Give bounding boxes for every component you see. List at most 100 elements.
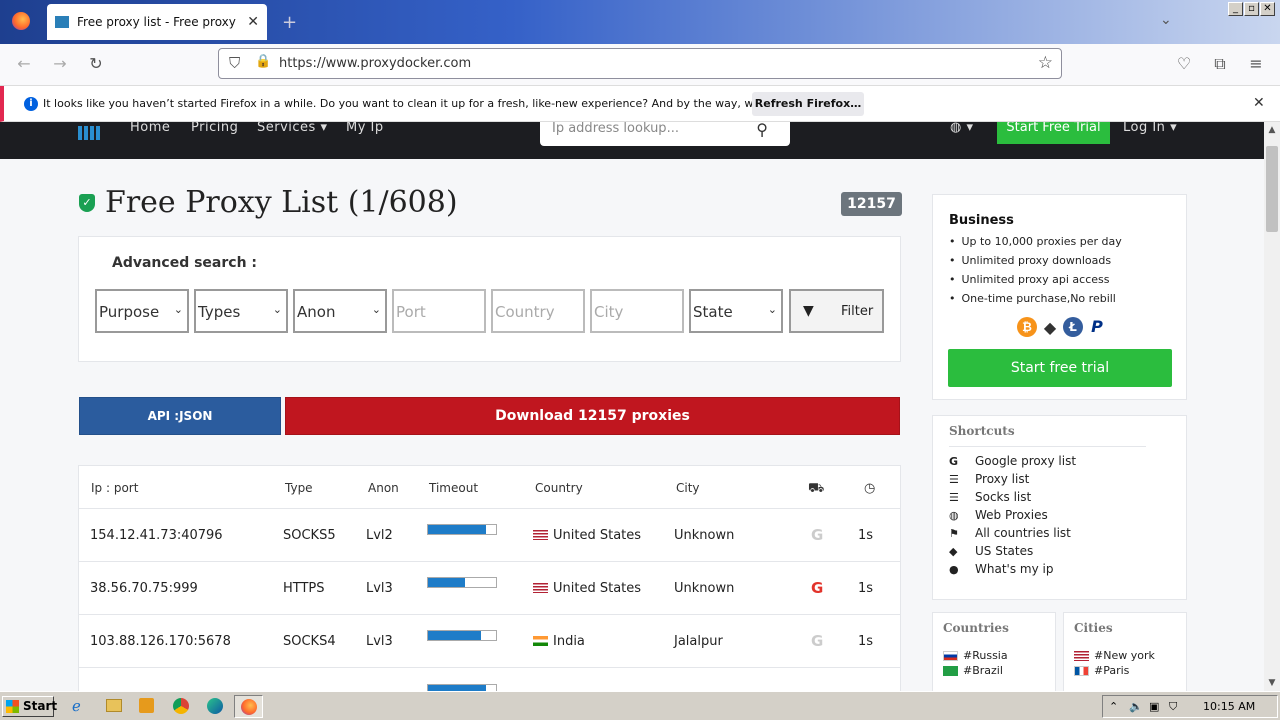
tab-list-chevron-icon[interactable]: ⌄ [1160, 12, 1172, 28]
scroll-thumb[interactable] [1266, 146, 1278, 232]
col-city[interactable]: City [676, 481, 700, 495]
google-icon: G [811, 632, 824, 650]
download-proxies-button[interactable]: Download 12157 proxies [285, 397, 900, 435]
browser-tab[interactable]: Free proxy list - Free proxy server ✕ [47, 4, 267, 40]
country-cell[interactable]: United States [533, 581, 641, 596]
country-input[interactable]: Country [491, 289, 585, 333]
chrome-icon[interactable] [173, 698, 189, 714]
start-button[interactable]: Start [2, 696, 57, 717]
country-link-russia[interactable]: #Russia [943, 649, 1045, 662]
new-tab-button[interactable]: + [282, 12, 297, 33]
table-row[interactable]: 38.56.70.75:999 HTTPS Lvl3 United States Unk… [78, 561, 901, 614]
city-input[interactable]: City [590, 289, 684, 333]
table-row[interactable]: 103.88.126.170:5678 SOCKS4 Lvl3 India Jalalp… [78, 614, 901, 667]
shortcut-link[interactable]: ☰ Proxy list [949, 472, 1170, 486]
ip-port-cell[interactable]: 38.56.70.75:999 [90, 581, 198, 596]
city-cell: Unknown [674, 581, 735, 596]
ie-icon[interactable]: ℯ [72, 697, 81, 715]
timeout-bar-fill [428, 631, 482, 640]
menu-icon[interactable]: ≡ [1246, 54, 1266, 74]
col-anon[interactable]: Anon [368, 481, 399, 495]
city-link-paris[interactable]: #Paris [1074, 664, 1176, 677]
table-row[interactable]: 154.12.41.73:40796 SOCKS5 Lvl2 United State… [78, 508, 901, 561]
ip-lookup-input[interactable]: Ip address lookup... ⚲ [540, 122, 790, 146]
maximize-button[interactable]: ▫ [1244, 2, 1259, 16]
type-cell: SOCKS5 [283, 528, 336, 543]
api-json-button[interactable]: API :JSON [79, 397, 281, 435]
russia-flag-icon [943, 650, 958, 661]
browser-titlebar: Free proxy list - Free proxy server ✕ + … [0, 0, 1280, 44]
volume-icon[interactable]: 🔈 [1129, 696, 1143, 717]
city-link-new-york[interactable]: #New york [1074, 649, 1176, 662]
purpose-select[interactable]: Purpose ⌄ [95, 289, 189, 333]
col-type[interactable]: Type [285, 481, 313, 495]
back-arrow-icon[interactable]: ← [14, 54, 34, 74]
col-google-icon[interactable]: ⛟ [808, 481, 824, 498]
shield-icon[interactable]: ⛉ [229, 54, 240, 72]
col-timeout[interactable]: Timeout [429, 481, 478, 495]
chevron-down-icon: ⌄ [767, 303, 777, 316]
search-icon[interactable]: ⚲ [756, 122, 768, 139]
close-notification-icon[interactable]: ✕ [1253, 95, 1265, 111]
close-tab-icon[interactable]: ✕ [247, 14, 259, 30]
site-logo-icon[interactable] [78, 126, 100, 140]
shortcut-link[interactable]: ◍ Web Proxies [949, 508, 1170, 522]
edge-icon[interactable] [207, 698, 223, 714]
forward-arrow-icon[interactable]: → [50, 54, 70, 74]
col-ip-port[interactable]: Ip : port [91, 481, 138, 495]
country-link-brazil-label: #Brazil [963, 664, 1003, 677]
firefox-icon[interactable] [12, 12, 30, 30]
nav-my-ip[interactable]: My Ip [346, 122, 384, 135]
close-window-button[interactable]: ✕ [1260, 2, 1275, 16]
start-free-trial-button[interactable]: Start free trial [948, 349, 1172, 387]
language-globe-icon[interactable]: ◍ ▾ [950, 122, 974, 135]
extensions-icon[interactable]: ⧉ [1210, 54, 1230, 74]
country-flag-icon [533, 530, 548, 540]
scroll-down-arrow-icon[interactable]: ▼ [1264, 675, 1280, 691]
taskbar-firefox-icon [241, 699, 257, 715]
country-cell[interactable]: India [533, 634, 585, 649]
security-tray-icon[interactable]: ⛉ [1169, 696, 1177, 717]
nav-home[interactable]: Home [130, 122, 170, 135]
table-row-partial[interactable] [78, 667, 901, 691]
country-cell[interactable]: United States [533, 528, 641, 543]
filter-button[interactable]: ▼ Filter [789, 289, 884, 333]
col-clock-icon[interactable]: ◷ [864, 481, 875, 496]
page-scrollbar[interactable]: ▲ ▼ [1264, 122, 1280, 691]
nav-pricing[interactable]: Pricing [191, 122, 238, 135]
login-dropdown[interactable]: Log In ▾ [1123, 122, 1177, 135]
media-player-icon[interactable] [139, 698, 154, 713]
port-input[interactable]: Port [392, 289, 486, 333]
firefox-notification-bar: i It looks like you haven’t started Fire… [0, 86, 1280, 122]
shortcut-link[interactable]: ⚑ All countries list [949, 526, 1170, 540]
types-select[interactable]: Types ⌄ [194, 289, 288, 333]
state-select[interactable]: State ⌄ [689, 289, 783, 333]
refresh-firefox-button[interactable]: Refresh Firefox… [752, 92, 864, 116]
country-link-brazil[interactable]: #Brazil [943, 664, 1045, 677]
minimize-button[interactable]: _ [1228, 2, 1243, 16]
anon-select[interactable]: Anon ⌄ [293, 289, 387, 333]
shortcut-link[interactable]: G Google proxy list [949, 454, 1170, 468]
shortcut-link[interactable]: ☰ Socks list [949, 490, 1170, 504]
timeout-bar [427, 684, 497, 691]
lock-icon[interactable]: 🔒 [255, 54, 271, 69]
ip-port-cell[interactable]: 103.88.126.170:5678 [90, 634, 231, 649]
shortcut-link[interactable]: ● What's my ip [949, 562, 1170, 576]
tray-expand-icon[interactable]: ⌃ [1109, 696, 1118, 717]
bookmark-star-icon[interactable]: ☆ [1038, 53, 1053, 73]
header-start-trial-button[interactable]: Start Free Trial [997, 122, 1110, 144]
pocket-icon[interactable]: ♡ [1174, 54, 1194, 74]
network-icon[interactable]: ▣ [1149, 696, 1159, 717]
port-placeholder: Port [396, 303, 426, 321]
url-bar[interactable]: ⛉ 🔒 https://www.proxydocker.com ☆ [218, 48, 1062, 79]
taskbar-firefox-button[interactable] [234, 695, 263, 718]
shortcut-link[interactable]: ◆ US States [949, 544, 1170, 558]
proxy-count-badge: 12157 [841, 192, 902, 216]
reload-icon[interactable]: ↻ [86, 54, 106, 74]
col-country[interactable]: Country [535, 481, 583, 495]
explorer-folder-icon[interactable] [106, 699, 122, 712]
ip-port-cell[interactable]: 154.12.41.73:40796 [90, 528, 223, 543]
nav-services[interactable]: Services ▾ [257, 122, 328, 135]
city-link-new-york-label: #New york [1094, 649, 1155, 662]
scroll-up-arrow-icon[interactable]: ▲ [1264, 122, 1280, 138]
